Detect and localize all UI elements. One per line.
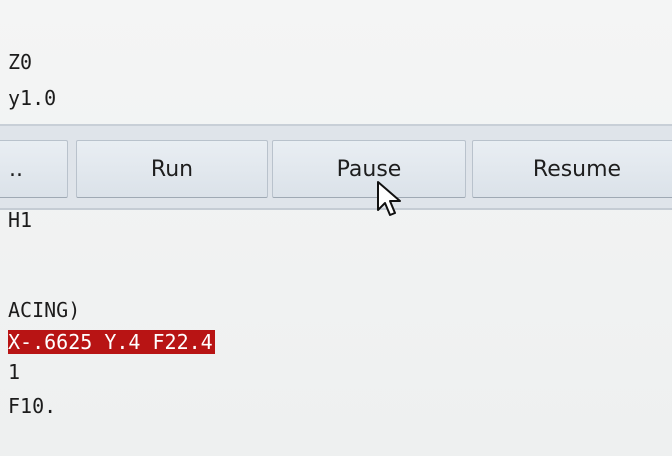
code-line: H1 [8, 208, 33, 232]
pause-button[interactable]: Pause [272, 140, 466, 198]
code-line: 1 [8, 360, 21, 384]
resume-button[interactable]: Resume [472, 140, 672, 198]
gcode-viewer-screen: Z0 y1.0 .. Run Pause Resume H1 ACING) X-… [0, 0, 672, 456]
mouse-pointer-icon [377, 181, 401, 216]
code-line: y1.0 [8, 86, 57, 110]
code-line: Z0 [8, 50, 33, 74]
current-code-line-highlight: X-.6625 Y.4 F22.4 [8, 330, 215, 354]
control-toolbar: .. Run Pause Resume [0, 124, 672, 210]
run-button[interactable]: Run [76, 140, 268, 198]
truncated-toolbar-button[interactable]: .. [0, 140, 68, 198]
code-line: F10. [8, 394, 57, 418]
code-line: ACING) [8, 298, 81, 322]
